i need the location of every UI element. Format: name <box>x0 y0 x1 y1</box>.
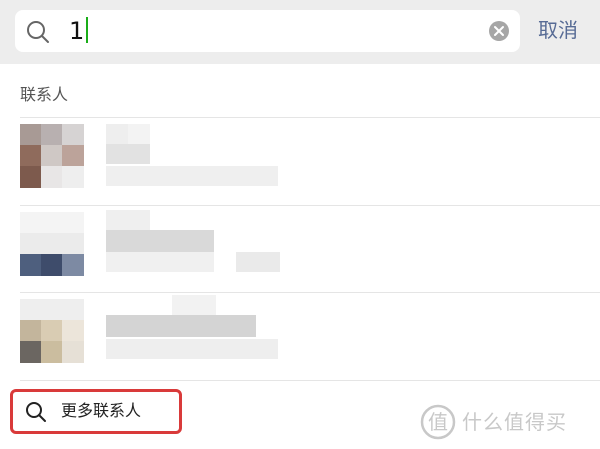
blurred-name <box>106 124 128 144</box>
avatar <box>20 212 84 276</box>
search-icon <box>26 402 46 422</box>
blurred-detail <box>106 166 278 186</box>
contact-result-row[interactable] <box>0 120 600 204</box>
text-caret <box>86 17 89 43</box>
blurred-detail <box>106 252 214 272</box>
contact-result-row[interactable] <box>0 295 600 379</box>
blurred-detail <box>106 339 278 359</box>
cancel-button[interactable]: 取消 <box>538 16 578 44</box>
blurred-name <box>106 230 214 252</box>
blurred-name <box>106 144 150 164</box>
divider <box>20 117 600 118</box>
clear-icon[interactable] <box>488 20 510 42</box>
section-title-contacts: 联系人 <box>20 85 69 104</box>
more-contacts-button[interactable]: 更多联系人 <box>10 389 182 434</box>
watermark: 值 什么值得买 <box>420 402 600 442</box>
blurred-name <box>172 295 216 315</box>
blurred-name <box>128 124 150 144</box>
search-input[interactable]: 1 <box>69 17 89 45</box>
search-input-value: 1 <box>69 17 85 45</box>
watermark-logo-icon: 值 <box>420 404 456 440</box>
avatar <box>20 299 84 363</box>
blurred-detail <box>236 252 280 272</box>
blurred-name <box>106 315 256 337</box>
divider <box>20 205 600 206</box>
more-contacts-label: 更多联系人 <box>61 401 142 420</box>
watermark-text: 什么值得买 <box>462 410 567 434</box>
divider <box>20 380 600 381</box>
search-icon <box>27 21 49 43</box>
contact-result-row[interactable] <box>0 208 600 292</box>
svg-text:值: 值 <box>428 410 448 434</box>
blurred-name <box>106 210 150 230</box>
search-box[interactable]: 1 <box>15 10 520 52</box>
divider <box>20 292 600 293</box>
search-header: 1 取消 <box>0 0 600 64</box>
avatar <box>20 124 84 188</box>
